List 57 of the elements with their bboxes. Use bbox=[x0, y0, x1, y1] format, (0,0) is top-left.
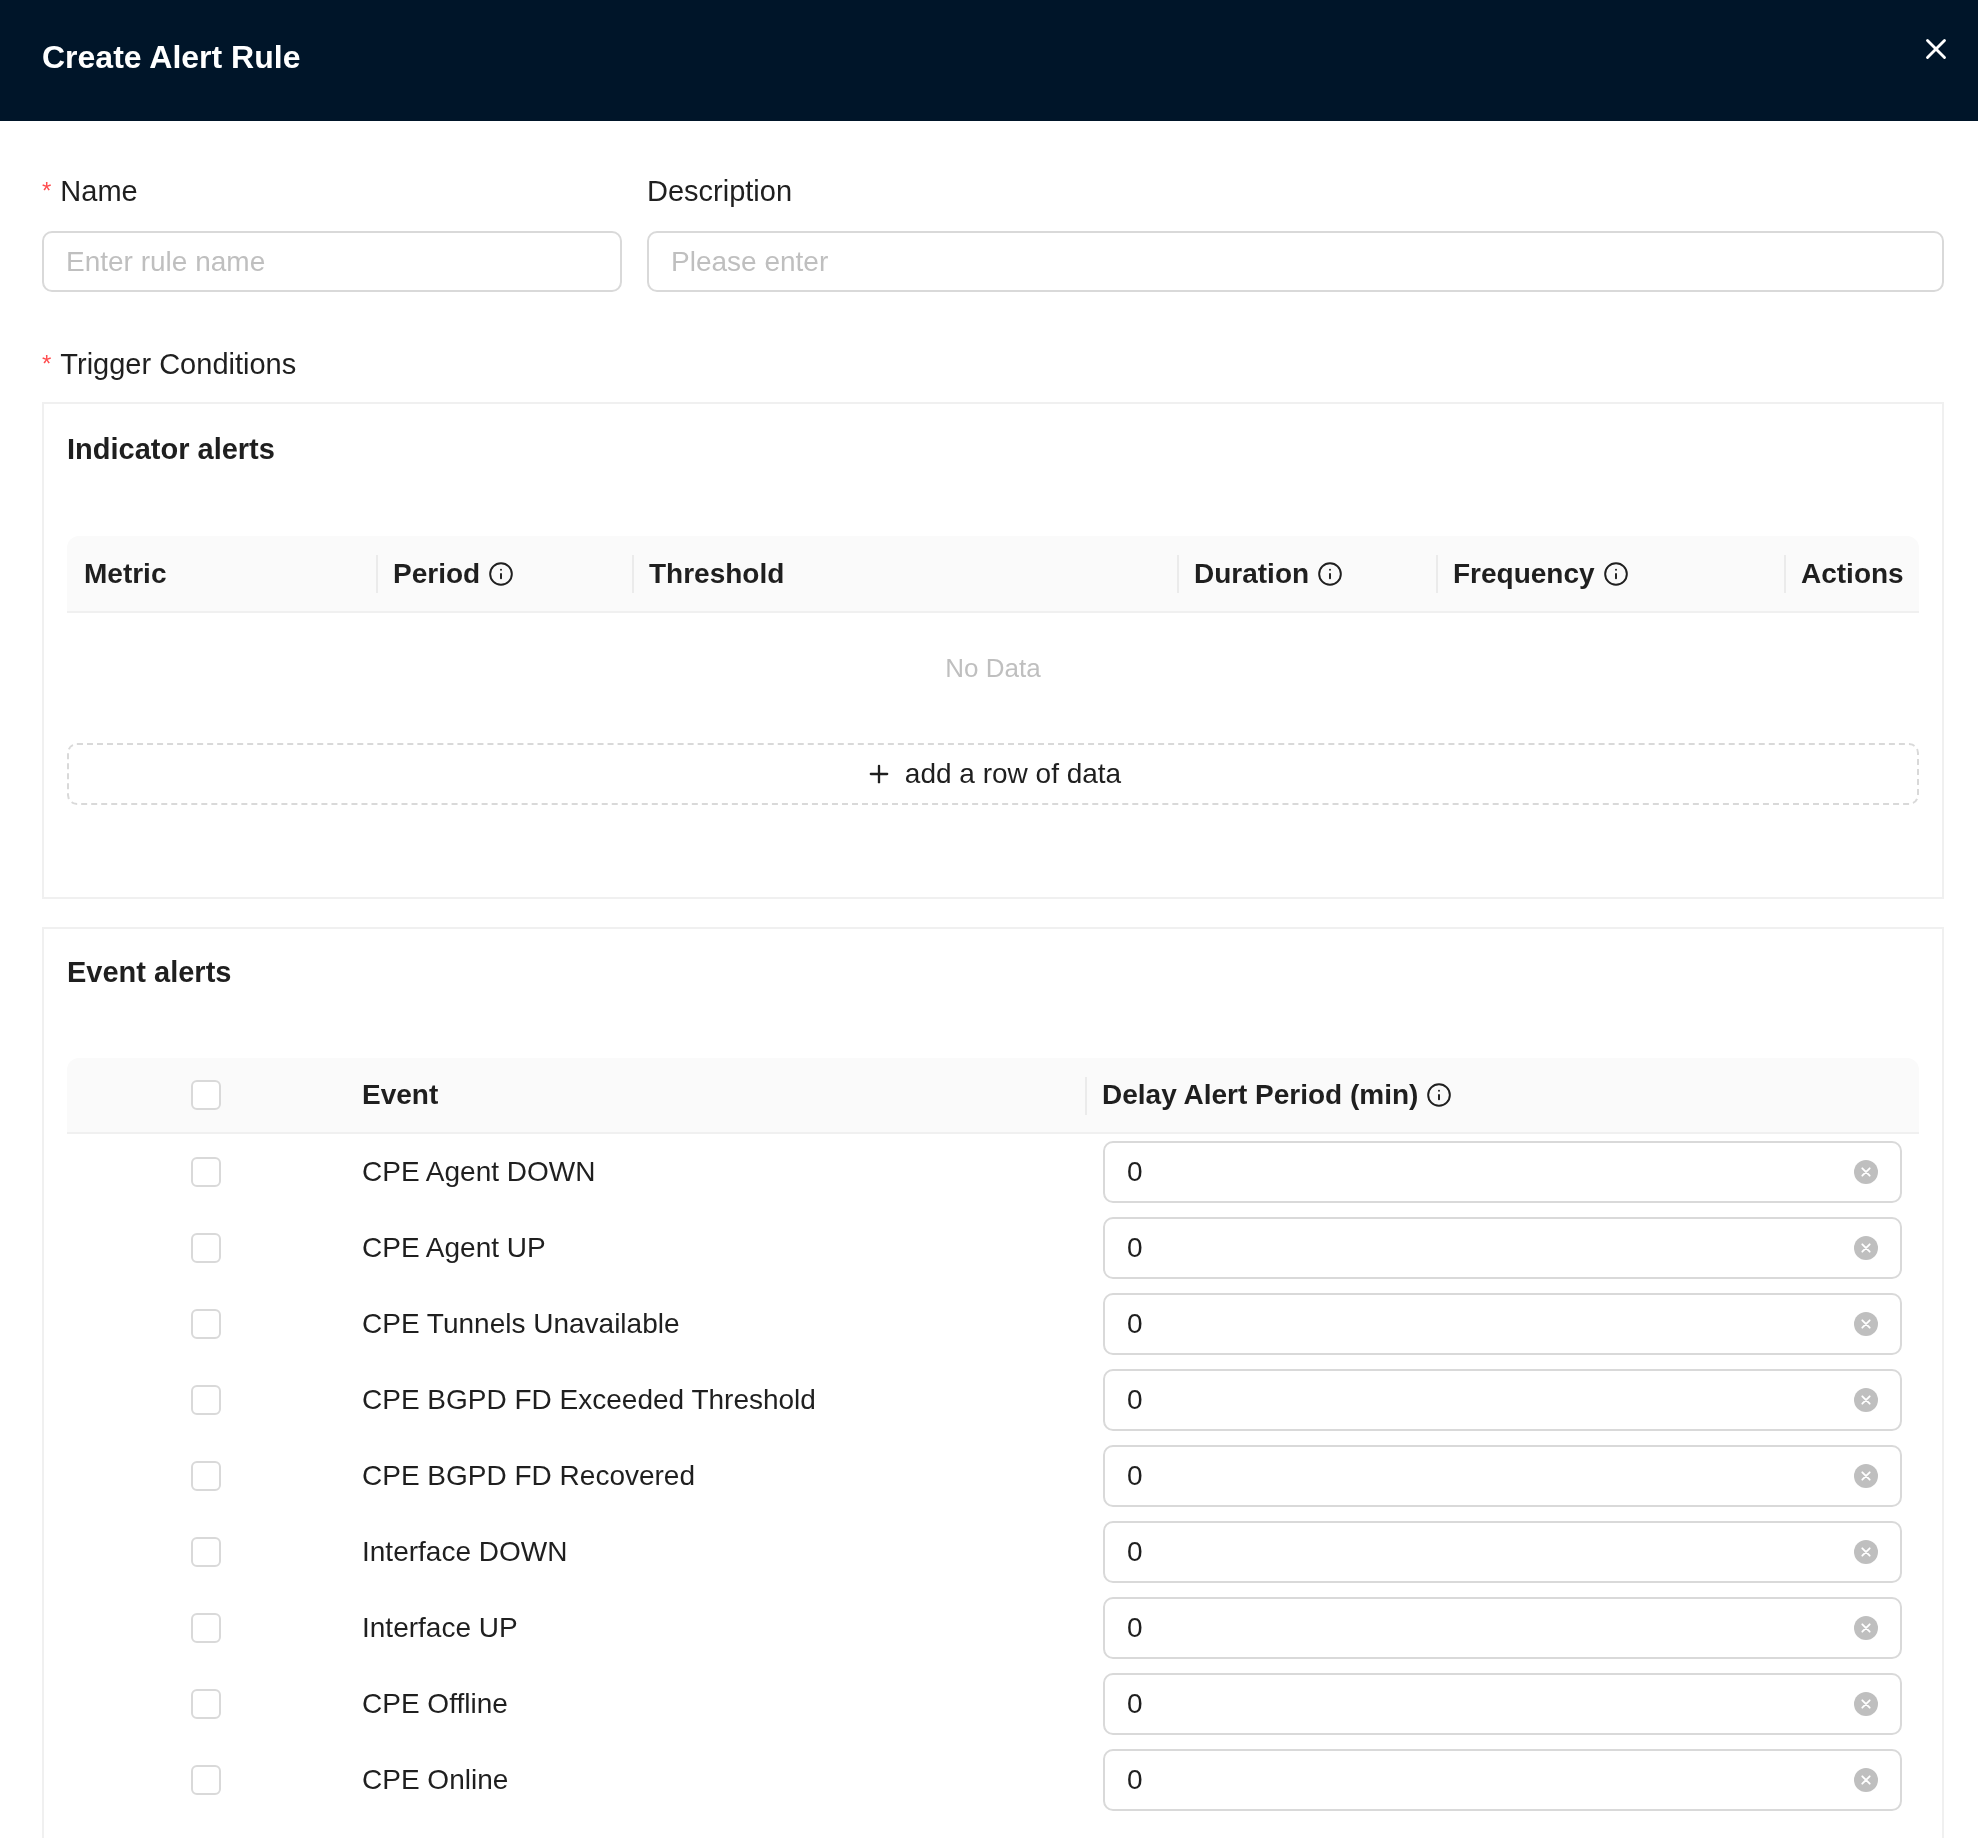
checkbox[interactable] bbox=[191, 1157, 221, 1187]
checkbox[interactable] bbox=[191, 1765, 221, 1795]
text-input[interactable]: Please enter bbox=[647, 231, 1944, 292]
delay-input[interactable]: 0 bbox=[1103, 1521, 1902, 1583]
clear-icon[interactable] bbox=[1854, 1312, 1878, 1336]
add-row-button[interactable]: add a row of data bbox=[67, 743, 1919, 805]
delay-input[interactable]: 0 bbox=[1103, 1293, 1902, 1355]
event-name: CPE BGPD FD Exceeded Threshold bbox=[362, 1384, 816, 1415]
dialog-title: Create Alert Rule bbox=[42, 38, 301, 77]
checkbox[interactable] bbox=[191, 1689, 221, 1719]
delay-input[interactable]: 0 bbox=[1103, 1673, 1902, 1735]
required-mark: * bbox=[42, 352, 52, 376]
event-name: CPE Agent DOWN bbox=[362, 1156, 596, 1187]
checkbox[interactable] bbox=[191, 1309, 221, 1339]
delay-input[interactable]: 0 bbox=[1103, 1749, 1902, 1811]
delay-input[interactable]: 0 bbox=[1103, 1597, 1902, 1659]
event-name: CPE Tunnels Unavailable bbox=[362, 1308, 680, 1339]
empty-text: No Data bbox=[945, 651, 1041, 685]
column-header: Threshold bbox=[649, 556, 785, 591]
clear-icon[interactable] bbox=[1854, 1692, 1878, 1716]
event-name: CPE BGPD FD Recovered bbox=[362, 1460, 695, 1491]
clear-icon[interactable] bbox=[1854, 1540, 1878, 1564]
checkbox[interactable] bbox=[191, 1080, 221, 1110]
event-name: CPE Agent UP bbox=[362, 1232, 546, 1263]
checkbox[interactable] bbox=[191, 1461, 221, 1491]
checkbox[interactable] bbox=[191, 1537, 221, 1567]
column-header: Metric bbox=[84, 556, 167, 591]
clear-icon[interactable] bbox=[1854, 1236, 1878, 1260]
column-header: Actions bbox=[1801, 556, 1904, 591]
field-label: Trigger Conditions bbox=[60, 347, 297, 382]
field-label: Name bbox=[60, 174, 138, 209]
column-header: Delay Alert Period (min) bbox=[1102, 1078, 1419, 1112]
checkbox[interactable] bbox=[191, 1233, 221, 1263]
clear-icon[interactable] bbox=[1854, 1160, 1878, 1184]
required-mark: * bbox=[42, 179, 52, 203]
column-header: Event bbox=[362, 1078, 439, 1112]
column-header: Frequency bbox=[1453, 556, 1595, 591]
delay-input[interactable]: 0 bbox=[1103, 1217, 1902, 1279]
delay-input[interactable]: 0 bbox=[1103, 1445, 1902, 1507]
clear-icon[interactable] bbox=[1854, 1768, 1878, 1792]
section-title: Indicator alerts bbox=[67, 432, 275, 468]
section-title: Event alerts bbox=[67, 955, 232, 991]
event-name: CPE Offline bbox=[362, 1688, 508, 1719]
column-header: Period bbox=[393, 556, 481, 591]
text-input[interactable]: Enter rule name bbox=[42, 231, 622, 292]
event-name: Interface UP bbox=[362, 1612, 518, 1643]
checkbox[interactable] bbox=[191, 1385, 221, 1415]
column-header: Duration bbox=[1194, 556, 1310, 591]
delay-input[interactable]: 0 bbox=[1103, 1369, 1902, 1431]
clear-icon[interactable] bbox=[1854, 1616, 1878, 1640]
event-name: CPE Online bbox=[362, 1764, 509, 1795]
field-label: Description bbox=[647, 174, 793, 209]
clear-icon[interactable] bbox=[1854, 1388, 1878, 1412]
checkbox[interactable] bbox=[191, 1613, 221, 1643]
delay-input[interactable]: 0 bbox=[1103, 1141, 1902, 1203]
clear-icon[interactable] bbox=[1854, 1464, 1878, 1488]
event-name: Interface DOWN bbox=[362, 1536, 568, 1567]
